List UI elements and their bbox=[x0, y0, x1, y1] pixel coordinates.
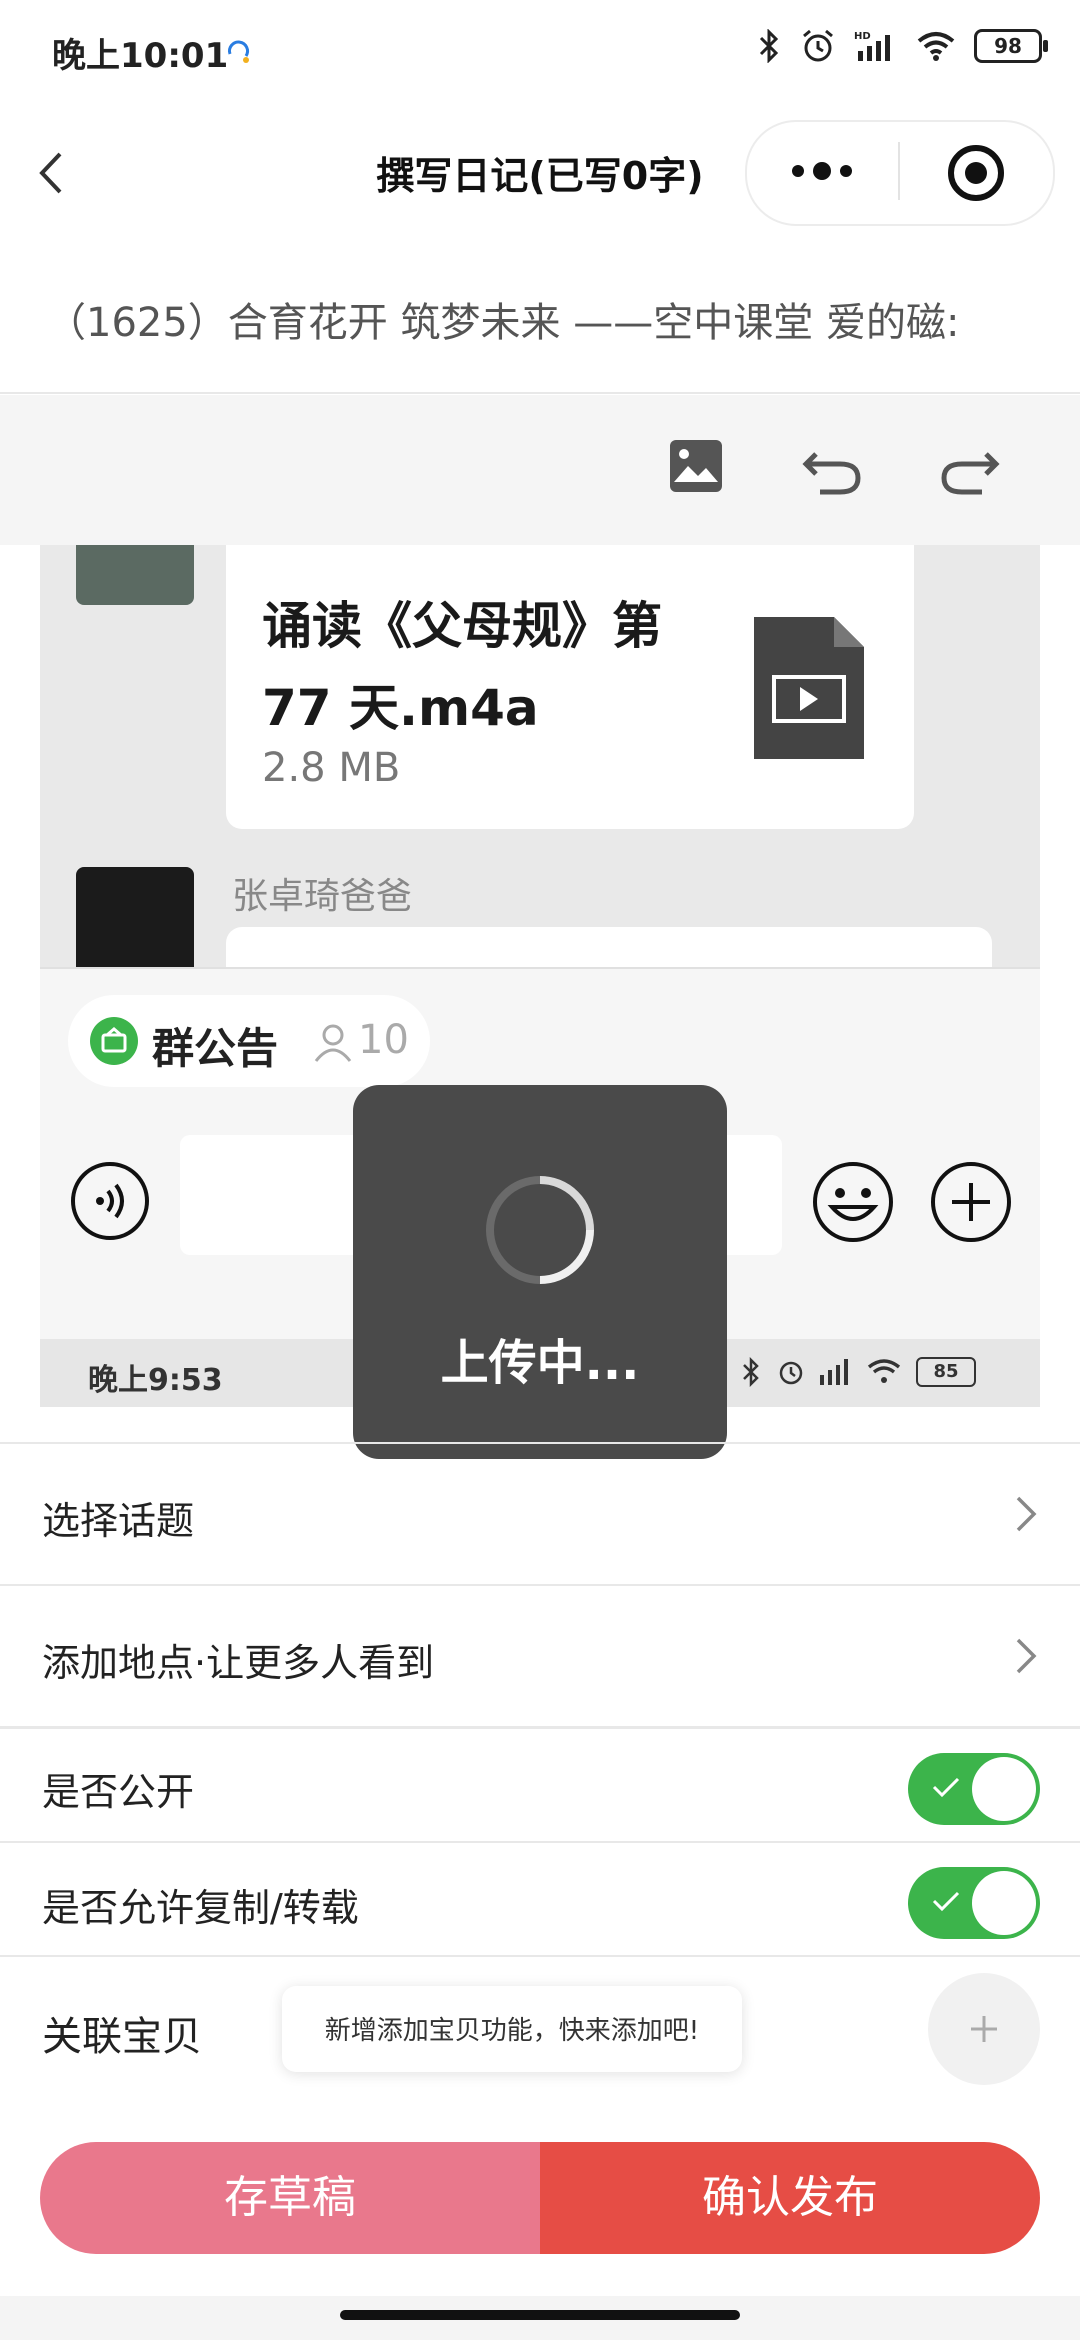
toggle-knob bbox=[972, 1871, 1036, 1935]
public-row: 是否公开 bbox=[0, 1729, 1080, 1841]
baby-label: 关联宝贝 bbox=[42, 2014, 202, 2060]
loading-spinner-icon bbox=[486, 1176, 594, 1284]
alarm-icon bbox=[779, 1361, 803, 1385]
wifi-icon bbox=[867, 1359, 901, 1383]
baby-tip-bubble: 新增添加宝贝功能，快来添加吧! bbox=[282, 1986, 742, 2072]
close-miniprogram-icon[interactable] bbox=[946, 143, 1006, 203]
sender-name: 张卓琦爸爸 bbox=[232, 876, 413, 917]
status-time: 晚上10:01 bbox=[52, 36, 229, 76]
check-icon bbox=[932, 1891, 960, 1912]
notice-icon bbox=[90, 1017, 138, 1065]
upload-toast: 上传中... bbox=[353, 1085, 727, 1459]
embedded-battery: 85 bbox=[916, 1357, 976, 1387]
copy-toggle[interactable] bbox=[908, 1867, 1040, 1939]
status-icons: HD 98 bbox=[756, 28, 1048, 64]
sync-icon bbox=[228, 40, 249, 63]
topic-label: 选择话题 bbox=[42, 1499, 195, 1543]
public-label: 是否公开 bbox=[42, 1770, 195, 1814]
file-name: 诵读《父母规》第 77 天.m4a bbox=[262, 597, 662, 737]
capsule-divider bbox=[898, 142, 900, 200]
alarm-icon bbox=[803, 29, 833, 62]
bluetooth-icon bbox=[743, 1357, 759, 1387]
topic-row[interactable]: 选择话题 bbox=[0, 1444, 1080, 1584]
location-label: 添加地点·让更多人看到 bbox=[42, 1641, 435, 1685]
member-icon bbox=[314, 1024, 352, 1062]
public-toggle[interactable] bbox=[908, 1753, 1040, 1825]
article-title[interactable]: （1625）合育花开 筑梦未来 ——空中课堂 爱的磁: bbox=[46, 290, 1046, 348]
baby-tip-text: 新增添加宝贝功能，快来添加吧! bbox=[324, 2016, 700, 2046]
copy-label: 是否允许复制/转载 bbox=[42, 1886, 359, 1930]
plus-icon bbox=[971, 2016, 997, 2042]
toast-text: 上传中... bbox=[440, 1335, 640, 1391]
editor-toolbar bbox=[0, 395, 1080, 545]
svg-text:HD: HD bbox=[854, 31, 871, 42]
add-baby-button[interactable] bbox=[928, 1973, 1040, 2085]
wifi-icon bbox=[917, 32, 955, 61]
save-draft-button[interactable]: 存草稿 bbox=[40, 2142, 540, 2254]
more-icon[interactable] bbox=[790, 158, 854, 184]
chevron-right-icon bbox=[1016, 1496, 1037, 1532]
home-indicator[interactable] bbox=[340, 2310, 740, 2320]
battery-indicator: 98 bbox=[974, 29, 1048, 63]
copy-row: 是否允许复制/转载 bbox=[0, 1843, 1080, 1955]
status-bar: 晚上10:01 HD 98 bbox=[0, 0, 1080, 100]
image-icon[interactable] bbox=[666, 436, 726, 496]
divider bbox=[0, 392, 1080, 394]
video-file-icon bbox=[754, 617, 864, 759]
undo-icon[interactable] bbox=[800, 434, 864, 498]
member-count: 10 bbox=[358, 1017, 409, 1063]
publish-button[interactable]: 确认发布 bbox=[540, 2142, 1040, 2254]
plus-circle-icon bbox=[931, 1162, 1011, 1242]
emoji-icon bbox=[813, 1162, 893, 1242]
toggle-knob bbox=[972, 1757, 1036, 1821]
voice-icon bbox=[71, 1162, 149, 1240]
embedded-status-time: 晚上9:53 bbox=[88, 1363, 223, 1398]
avatar bbox=[76, 867, 194, 977]
bluetooth-icon bbox=[759, 29, 779, 63]
location-row[interactable]: 添加地点·让更多人看到 bbox=[0, 1586, 1080, 1726]
group-notice-label: 群公告 bbox=[152, 1024, 279, 1073]
signal-icon bbox=[820, 1359, 848, 1385]
chevron-right-icon bbox=[1016, 1638, 1037, 1674]
avatar bbox=[76, 545, 194, 605]
redo-icon[interactable] bbox=[938, 434, 1002, 498]
file-size: 2.8 MB bbox=[262, 745, 401, 791]
divider bbox=[0, 1955, 1080, 1957]
signal-icon: HD bbox=[854, 31, 890, 61]
check-icon bbox=[932, 1777, 960, 1798]
group-notice-pill: 群公告 10 bbox=[68, 995, 430, 1087]
